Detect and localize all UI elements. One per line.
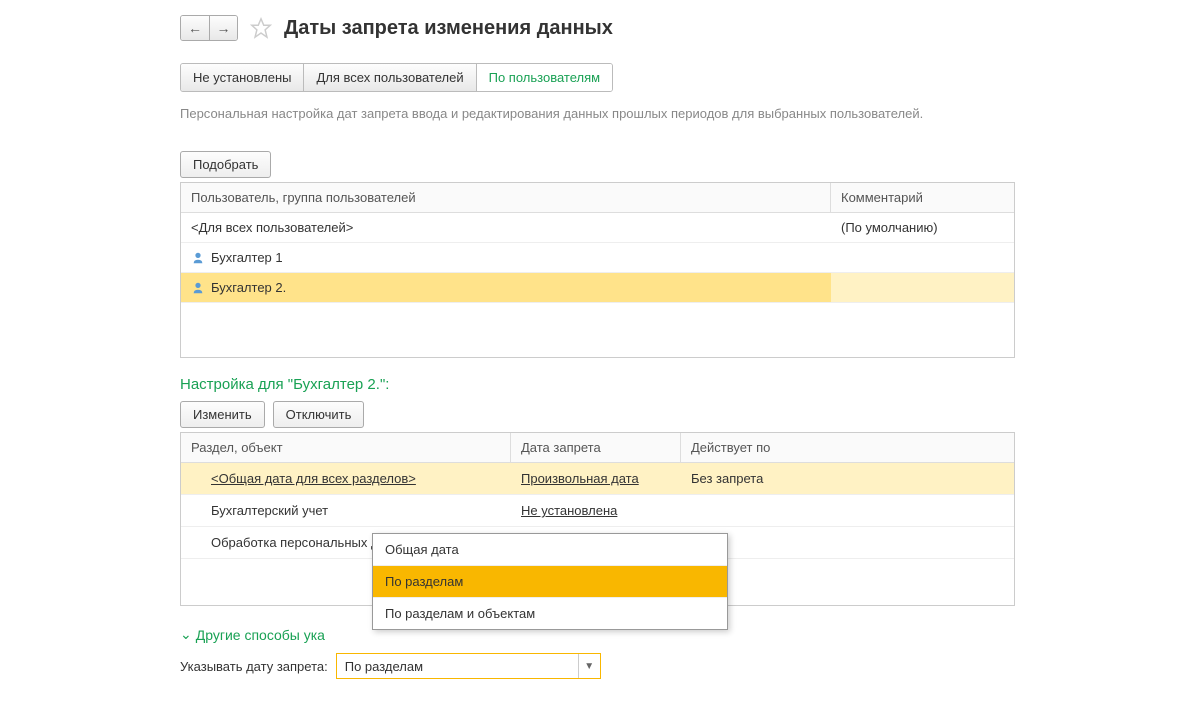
sections-table: Раздел, объект Дата запрета Действует по…: [180, 432, 1015, 606]
users-table-col-comment: Комментарий: [831, 183, 1014, 212]
users-table: Пользователь, группа пользователей Комме…: [180, 182, 1015, 358]
section-cell: <Общая дата для всех разделов>: [181, 463, 511, 494]
select-button[interactable]: Подобрать: [180, 151, 271, 178]
settings-section-title: Настройка для "Бухгалтер 2.":: [180, 376, 1200, 393]
other-ways-label: Другие способы ука: [196, 627, 325, 643]
users-table-col-user: Пользователь, группа пользователей: [181, 183, 831, 212]
nav-buttons: ← →: [180, 15, 238, 41]
user-label: <Для всех пользователей>: [191, 220, 353, 235]
valid-cell: Без запрета: [681, 463, 1014, 494]
description-text: Персональная настройка дат запрета ввода…: [180, 106, 1200, 121]
table-row[interactable]: <Для всех пользователей> (По умолчанию): [181, 213, 1014, 243]
chevron-down-icon[interactable]: ▼: [578, 654, 600, 678]
specify-select-value: По разделам: [337, 659, 578, 674]
valid-cell: [681, 527, 1014, 558]
table-row[interactable]: Бухгалтер 1: [181, 243, 1014, 273]
dropdown-item[interactable]: По разделам: [373, 566, 727, 598]
table-row[interactable]: <Общая дата для всех разделов> Произволь…: [181, 463, 1014, 495]
comment-cell: (По умолчанию): [831, 213, 1014, 242]
chevron-down-icon: ⌄: [180, 626, 192, 643]
table-row[interactable]: Бухгалтерский учет Не установлена: [181, 495, 1014, 527]
section-cell: Бухгалтерский учет: [181, 495, 511, 526]
user-label: Бухгалтер 2.: [211, 280, 286, 295]
comment-cell: [831, 243, 1014, 272]
dropdown-item[interactable]: Общая дата: [373, 534, 727, 566]
nav-back-button[interactable]: ←: [181, 16, 209, 40]
sections-col-valid: Действует по: [681, 433, 1014, 462]
date-cell: Не установлена: [511, 495, 681, 526]
specify-label: Указывать дату запрета:: [180, 659, 328, 674]
user-label: Бухгалтер 1: [211, 250, 283, 265]
table-row[interactable]: Бухгалтер 2.: [181, 273, 1014, 303]
nav-forward-button[interactable]: →: [209, 16, 237, 40]
disable-button[interactable]: Отключить: [273, 401, 365, 428]
user-icon: [191, 251, 205, 265]
tabs: Не установлены Для всех пользователей По…: [180, 63, 613, 92]
valid-cell: [681, 495, 1014, 526]
sections-col-date: Дата запрета: [511, 433, 681, 462]
dropdown-item[interactable]: По разделам и объектам: [373, 598, 727, 629]
tab-by-users[interactable]: По пользователям: [477, 64, 612, 91]
comment-cell: [831, 273, 1014, 302]
user-icon: [191, 281, 205, 295]
date-cell: Произвольная дата: [511, 463, 681, 494]
favorite-star-icon[interactable]: [250, 17, 272, 39]
specify-select[interactable]: По разделам ▼: [336, 653, 601, 679]
tab-for-all-users[interactable]: Для всех пользователей: [304, 64, 476, 91]
tab-not-set[interactable]: Не установлены: [181, 64, 304, 91]
dropdown-popup: Общая дата По разделам По разделам и объ…: [372, 533, 728, 630]
sections-col-section: Раздел, объект: [181, 433, 511, 462]
edit-button[interactable]: Изменить: [180, 401, 265, 428]
page-title: Даты запрета изменения данных: [284, 17, 613, 40]
